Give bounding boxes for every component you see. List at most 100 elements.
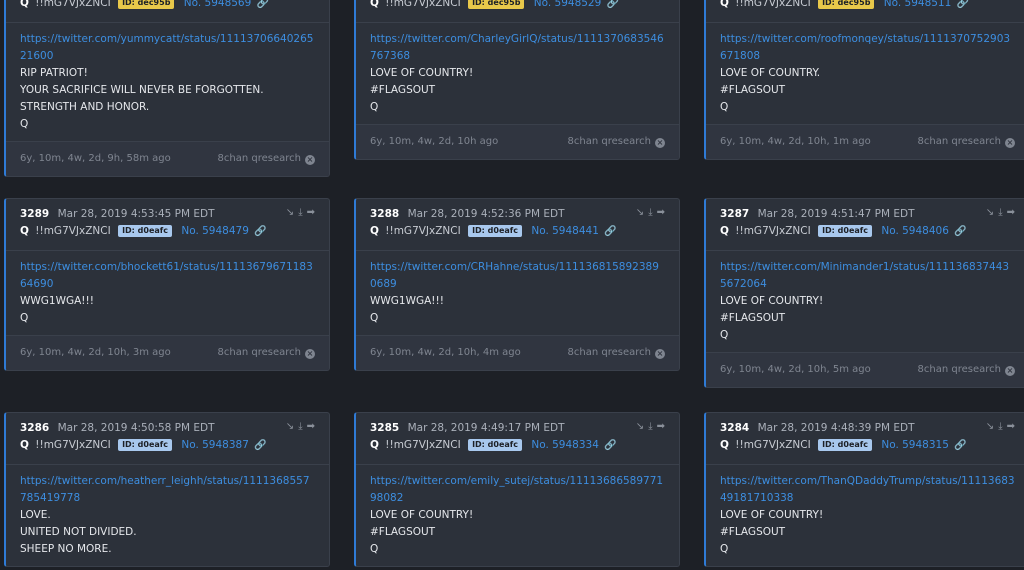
share-icon[interactable]: ↘ (286, 421, 298, 432)
post-actions: ↘⤓➡ (986, 421, 1019, 432)
close-icon[interactable]: × (1005, 366, 1015, 376)
arrow-right-icon[interactable]: ➡ (307, 421, 319, 432)
download-icon[interactable]: ⤓ (298, 421, 306, 432)
download-icon[interactable]: ⤓ (998, 207, 1006, 218)
link-icon[interactable]: 🔗 (254, 440, 266, 451)
post-number-link[interactable]: No. 5948406 (881, 225, 949, 237)
share-icon[interactable]: ↘ (636, 421, 648, 432)
tweet-link[interactable]: https://twitter.com/CRHahne/status/11113… (370, 259, 665, 293)
post-number-link[interactable]: No. 5948387 (181, 439, 249, 451)
post-number: 3285 (370, 422, 400, 434)
tweet-link[interactable]: https://twitter.com/CharleyGirlQ/status/… (370, 31, 665, 65)
tweet-link[interactable]: https://twitter.com/ThanQDaddyTrump/stat… (720, 473, 1015, 507)
post-header: ↘⤓➡ Q !!mG7VJxZNCI ID: dec95b No. 594852… (356, 0, 679, 22)
close-icon[interactable]: × (655, 138, 665, 148)
post-date: Mar 28, 2019 4:48:39 PM EDT (757, 422, 915, 434)
user-id-badge: ID: d0eafc (118, 439, 173, 451)
link-icon[interactable]: 🔗 (604, 226, 616, 237)
download-icon[interactable]: ⤓ (998, 421, 1006, 432)
download-icon[interactable]: ⤓ (648, 207, 656, 218)
close-icon[interactable]: × (305, 155, 315, 165)
share-icon[interactable]: ↘ (286, 207, 298, 218)
post-number-link[interactable]: No. 5948315 (881, 439, 949, 451)
link-icon[interactable]: 🔗 (954, 226, 966, 237)
post-footer: 6y, 10m, 4w, 2d, 10h, 3m ago 8chan qrese… (6, 335, 329, 370)
post-number-link[interactable]: No. 5948479 (181, 225, 249, 237)
close-icon[interactable]: × (1005, 138, 1015, 148)
post-number-link[interactable]: No. 5948529 (534, 0, 602, 9)
post-number-link[interactable]: No. 5948511 (884, 0, 952, 9)
link-icon[interactable]: 🔗 (257, 0, 269, 9)
share-icon[interactable]: ↘ (986, 207, 998, 218)
user-id-badge: ID: dec95b (468, 0, 525, 9)
post-source[interactable]: 8chan qresearch × (218, 336, 315, 370)
link-icon[interactable]: 🔗 (954, 440, 966, 451)
download-icon[interactable]: ⤓ (298, 207, 306, 218)
post-date: Mar 28, 2019 4:52:36 PM EDT (407, 208, 565, 220)
post-actions: ↘⤓➡ (636, 207, 669, 218)
post-text-line: LOVE. (20, 509, 51, 521)
post-card: ↘⤓➡ Q !!mG7VJxZNCI ID: dec95b No. 594856… (4, 0, 330, 177)
post-date: Mar 28, 2019 4:53:45 PM EDT (57, 208, 215, 220)
post-footer: 6y, 10m, 4w, 2d, 10h, 4m ago 8chan qrese… (356, 335, 679, 370)
post-text-line: #FLAGSOUT (720, 526, 786, 538)
post-source[interactable]: 8chan qresearch × (218, 142, 315, 176)
user-id-badge: ID: d0eafc (818, 225, 873, 237)
post-body: https://twitter.com/Minimander1/status/1… (706, 250, 1024, 352)
post-footer: 6y, 10m, 4w, 2d, 10h, 1m ago 8chan qrese… (706, 124, 1024, 159)
post-header: 3288 Mar 28, 2019 4:52:36 PM EDT ↘⤓➡ Q !… (356, 199, 679, 250)
user-id-badge: ID: d0eafc (468, 225, 523, 237)
post-number-link[interactable]: No. 5948441 (531, 225, 599, 237)
arrow-right-icon[interactable]: ➡ (657, 421, 669, 432)
post-number: 3286 (20, 422, 50, 434)
post-number-link[interactable]: No. 5948334 (531, 439, 599, 451)
post-text-line: RIP PATRIOT! (20, 67, 88, 79)
post-header: 3286 Mar 28, 2019 4:50:58 PM EDT ↘⤓➡ Q !… (6, 413, 329, 464)
post-number-link[interactable]: No. 5948569 (184, 0, 252, 9)
author-name: Q (20, 439, 29, 451)
post-source[interactable]: 8chan qresearch × (568, 336, 665, 370)
share-icon[interactable]: ↘ (636, 207, 648, 218)
author-tripcode: !!mG7VJxZNCI (385, 0, 461, 9)
arrow-right-icon[interactable]: ➡ (1007, 421, 1019, 432)
post-age: 6y, 10m, 4w, 2d, 9h, 58m ago (20, 153, 171, 164)
post-text-line: Q (370, 543, 379, 555)
author-tripcode: !!mG7VJxZNCI (735, 225, 811, 237)
tweet-link[interactable]: https://twitter.com/emily_sutej/status/1… (370, 473, 665, 507)
post-source[interactable]: 8chan qresearch × (918, 353, 1015, 387)
close-icon[interactable]: × (305, 349, 315, 359)
post-body: https://twitter.com/emily_sutej/status/1… (356, 464, 679, 566)
post-source-label: 8chan qresearch (917, 136, 1001, 147)
post-header: ↘⤓➡ Q !!mG7VJxZNCI ID: dec95b No. 594851… (706, 0, 1024, 22)
post-number: 3288 (370, 208, 400, 220)
tweet-link[interactable]: https://twitter.com/heatherr_leighh/stat… (20, 473, 315, 507)
link-icon[interactable]: 🔗 (604, 440, 616, 451)
post-source-label: 8chan qresearch (217, 347, 301, 358)
share-icon[interactable]: ↘ (986, 421, 998, 432)
post-source[interactable]: 8chan qresearch × (568, 125, 665, 159)
arrow-right-icon[interactable]: ➡ (657, 207, 669, 218)
author-tripcode: !!mG7VJxZNCI (735, 0, 811, 9)
link-icon[interactable]: 🔗 (607, 0, 619, 9)
post-actions: ↘⤓➡ (986, 207, 1019, 218)
link-icon[interactable]: 🔗 (254, 226, 266, 237)
tweet-link[interactable]: https://twitter.com/roofmonqey/status/11… (720, 31, 1015, 65)
close-icon[interactable]: × (655, 349, 665, 359)
post-card: 3288 Mar 28, 2019 4:52:36 PM EDT ↘⤓➡ Q !… (354, 198, 680, 371)
author-tripcode: !!mG7VJxZNCI (735, 439, 811, 451)
link-icon[interactable]: 🔗 (957, 0, 969, 9)
arrow-right-icon[interactable]: ➡ (307, 207, 319, 218)
post-actions: ↘⤓➡ (286, 421, 319, 432)
post-actions: ↘⤓➡ (636, 421, 669, 432)
post-body: https://twitter.com/CharleyGirlQ/status/… (356, 22, 679, 124)
tweet-link[interactable]: https://twitter.com/Minimander1/status/1… (720, 259, 1015, 293)
post-card: 3285 Mar 28, 2019 4:49:17 PM EDT ↘⤓➡ Q !… (354, 412, 680, 567)
post-text-line: #FLAGSOUT (720, 84, 786, 96)
post-age: 6y, 10m, 4w, 2d, 10h ago (370, 136, 499, 147)
post-source[interactable]: 8chan qresearch × (918, 125, 1015, 159)
download-icon[interactable]: ⤓ (648, 421, 656, 432)
tweet-link[interactable]: https://twitter.com/yummycatt/status/111… (20, 31, 315, 65)
post-text-line: Q (720, 329, 729, 341)
arrow-right-icon[interactable]: ➡ (1007, 207, 1019, 218)
tweet-link[interactable]: https://twitter.com/bhockett61/status/11… (20, 259, 315, 293)
